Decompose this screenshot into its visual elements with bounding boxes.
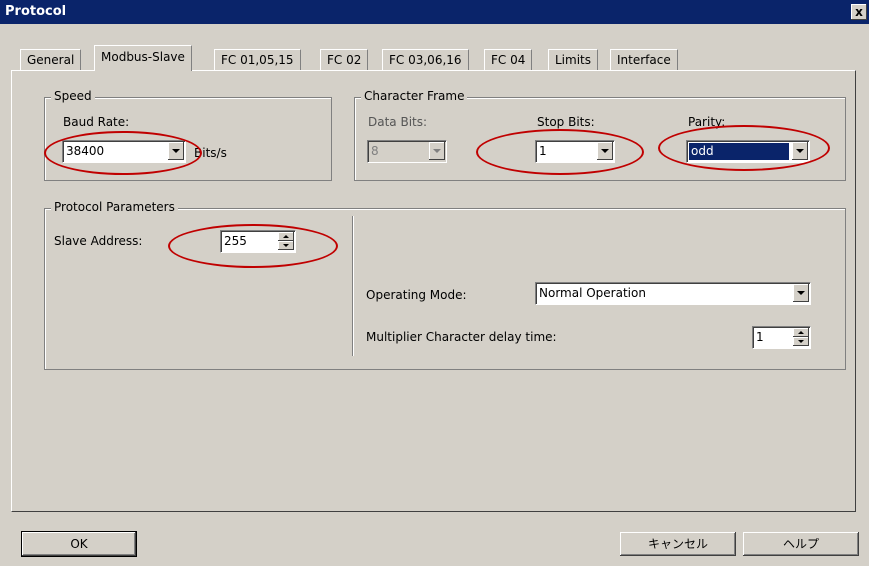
parameters-divider xyxy=(352,216,354,356)
parity-dropdown[interactable]: odd xyxy=(686,140,810,163)
operating-mode-label: Operating Mode: xyxy=(366,288,467,302)
baud-rate-label: Baud Rate: xyxy=(63,115,130,129)
parity-selection: odd xyxy=(689,143,789,160)
ok-button[interactable]: OK xyxy=(21,531,137,557)
character-frame-group-label: Character Frame xyxy=(361,89,468,103)
spin-down-icon[interactable] xyxy=(278,241,294,250)
chevron-down-icon[interactable] xyxy=(429,142,445,160)
tab-fc-03-06-16[interactable]: FC 03,06,16 xyxy=(382,49,469,71)
tab-limits[interactable]: Limits xyxy=(548,49,598,71)
protocol-dialog: Protocol x General Modbus-Slave FC 01,05… xyxy=(0,0,869,566)
stop-bits-dropdown[interactable]: 1 xyxy=(535,140,615,163)
stop-bits-label: Stop Bits: xyxy=(537,115,595,129)
tab-fc-01-05-15[interactable]: FC 01,05,15 xyxy=(214,49,301,71)
baud-rate-value: 38400 xyxy=(66,144,105,158)
data-bits-label: Data Bits: xyxy=(368,115,428,129)
data-bits-dropdown[interactable]: 8 xyxy=(367,140,447,163)
baud-rate-dropdown[interactable]: 38400 xyxy=(62,140,186,163)
help-button[interactable]: ヘルプ xyxy=(743,532,859,556)
multiplier-label: Multiplier Character delay time: xyxy=(366,330,557,344)
close-icon[interactable]: x xyxy=(851,4,867,20)
character-frame-group: Character Frame xyxy=(354,89,846,181)
multiplier-spinner[interactable]: 1 xyxy=(752,326,811,349)
cancel-button[interactable]: キャンセル xyxy=(620,532,736,556)
parity-label: Parity: xyxy=(688,115,726,129)
multiplier-value: 1 xyxy=(756,330,764,344)
protocol-parameters-group-label: Protocol Parameters xyxy=(51,200,178,214)
chevron-down-icon[interactable] xyxy=(792,142,808,160)
parity-value: odd xyxy=(691,144,714,158)
spin-down-icon[interactable] xyxy=(793,337,809,346)
tab-modbus-slave[interactable]: Modbus-Slave xyxy=(94,45,192,71)
slave-address-label: Slave Address: xyxy=(54,234,143,248)
window-title: Protocol xyxy=(5,4,67,19)
chevron-down-icon[interactable] xyxy=(793,284,809,302)
speed-group: Speed xyxy=(44,89,332,181)
tab-interface[interactable]: Interface xyxy=(610,49,678,71)
speed-group-label: Speed xyxy=(51,89,95,103)
spin-up-icon[interactable] xyxy=(278,232,294,241)
slave-address-value: 255 xyxy=(224,234,247,248)
spin-up-icon[interactable] xyxy=(793,328,809,337)
baud-rate-units: Bits/s xyxy=(194,146,227,160)
slave-address-spinner[interactable]: 255 xyxy=(220,230,296,253)
chevron-down-icon[interactable] xyxy=(597,142,613,160)
tab-fc-02[interactable]: FC 02 xyxy=(320,49,369,71)
title-bar[interactable]: Protocol x xyxy=(0,0,869,24)
operating-mode-dropdown[interactable]: Normal Operation xyxy=(535,282,811,305)
stop-bits-value: 1 xyxy=(539,144,547,158)
tab-fc-04[interactable]: FC 04 xyxy=(484,49,533,71)
tab-general[interactable]: General xyxy=(20,49,82,71)
data-bits-value: 8 xyxy=(371,144,379,158)
chevron-down-icon[interactable] xyxy=(168,142,184,160)
operating-mode-value: Normal Operation xyxy=(539,286,646,300)
